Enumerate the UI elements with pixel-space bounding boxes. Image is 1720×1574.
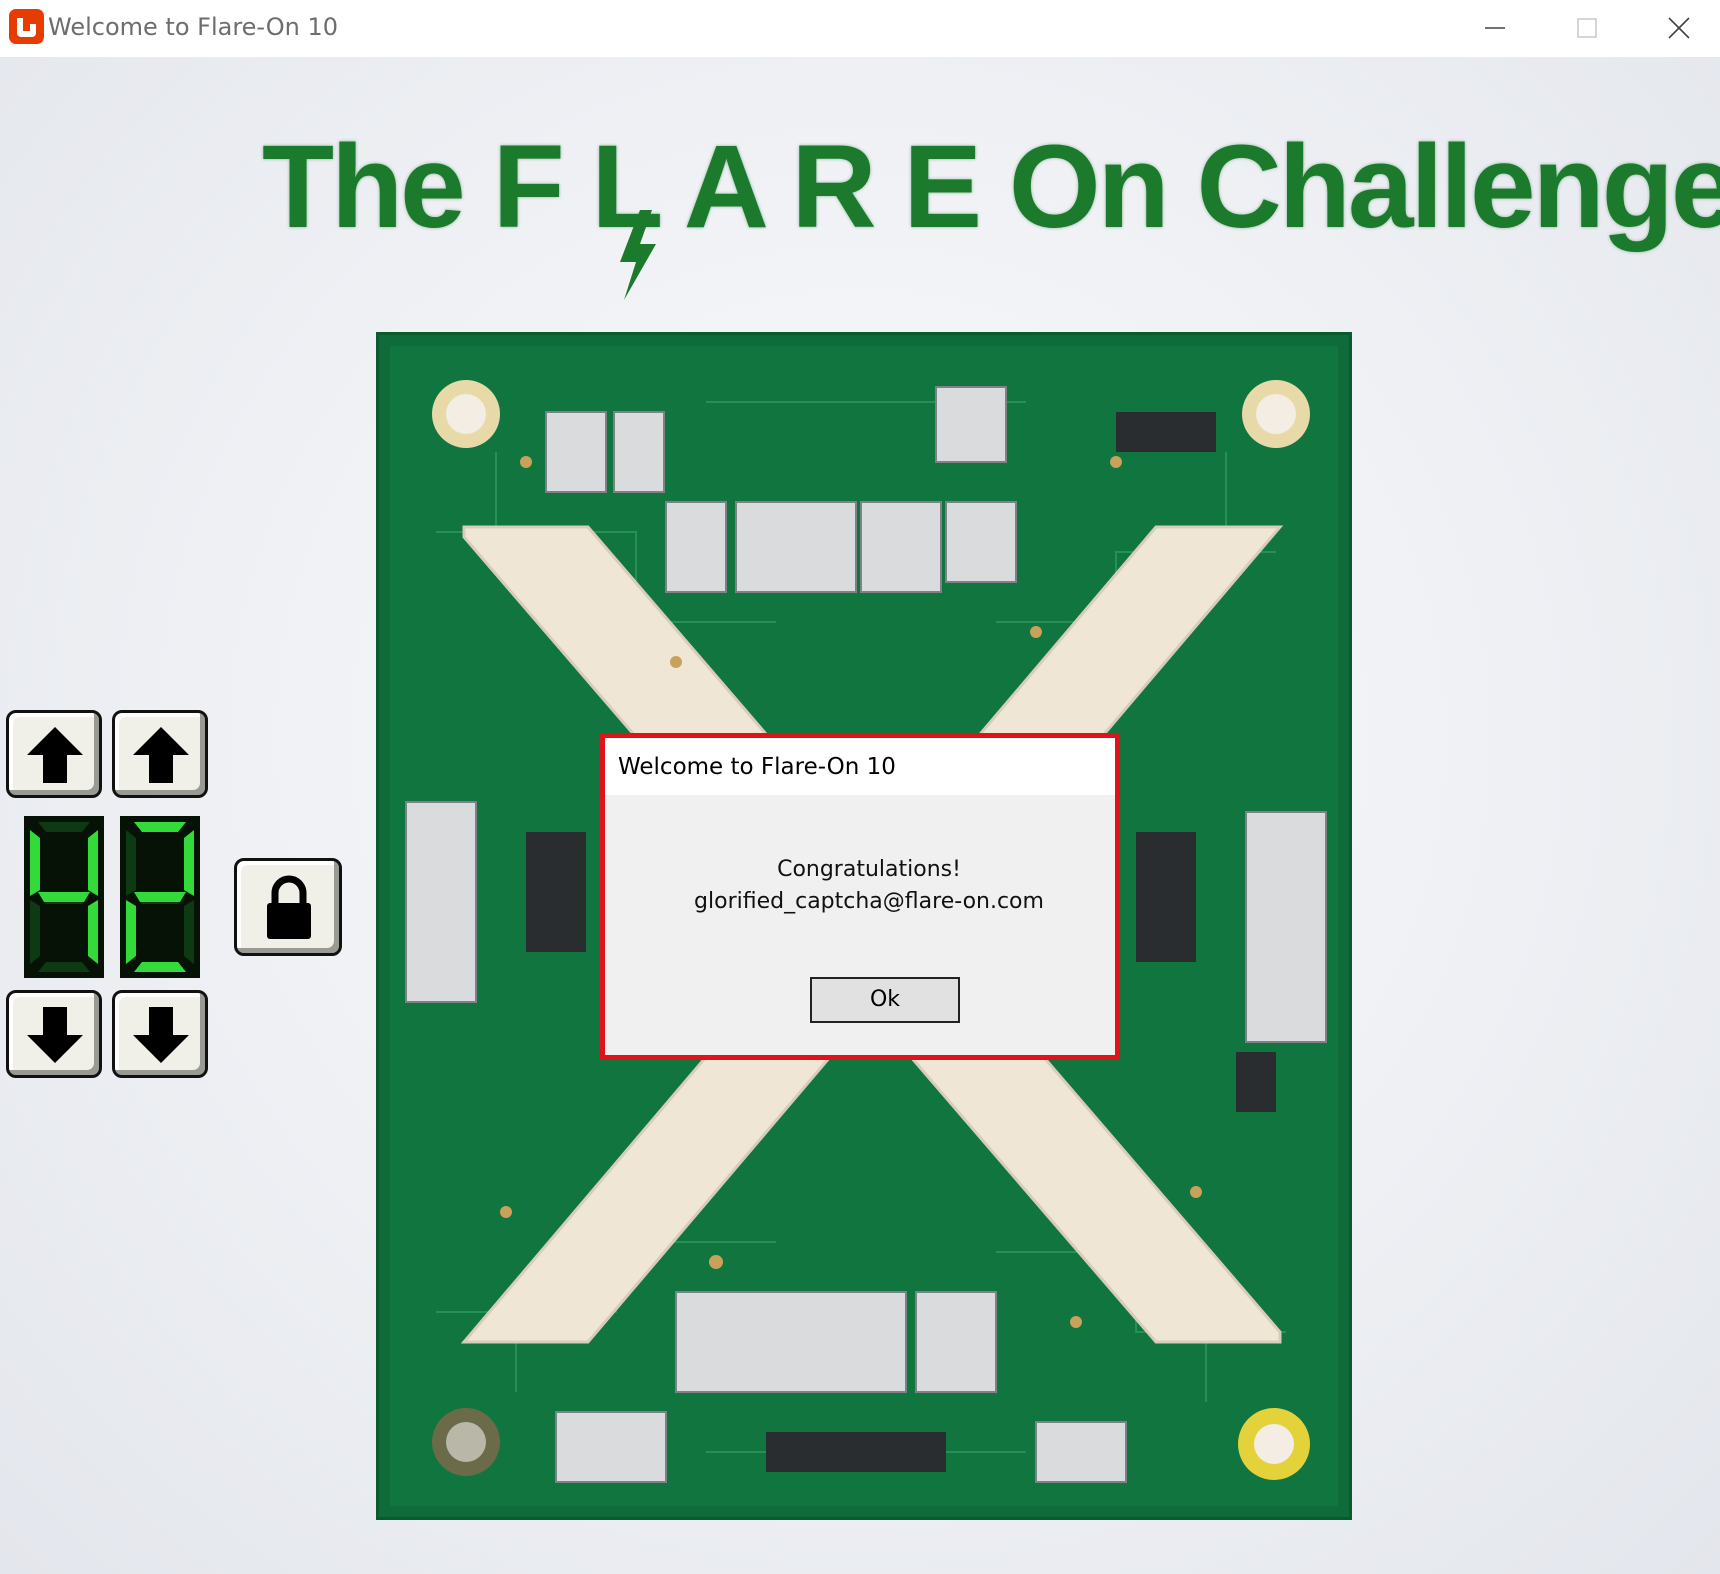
dialog-message: Congratulations! glorified_captcha@flare… [605,854,1115,918]
seven-segment-digit [126,822,194,972]
dialog-titlebar[interactable]: Welcome to Flare-On 10 [605,738,1115,795]
arrow-down-icon [133,1007,189,1063]
minimize-icon [1485,27,1505,29]
unlock-button[interactable] [234,858,342,956]
arrow-up-icon [27,727,83,783]
padlock-icon [267,875,311,939]
maximize-button[interactable] [1556,5,1616,49]
lightning-bolt-icon [620,210,656,300]
message-dialog: Welcome to Flare-On 10 Congratulations! … [600,733,1120,1060]
seven-segment-digit [30,822,98,972]
digit1-up-button[interactable] [6,710,102,798]
arrow-down-icon [27,1007,83,1063]
ok-button[interactable]: Ok [810,977,960,1023]
digit2-down-button[interactable] [112,990,208,1078]
dialog-title: Welcome to Flare-On 10 [618,754,896,780]
window-titlebar[interactable]: Welcome to Flare-On 10 [0,0,1720,58]
maximize-icon [1577,18,1597,38]
window-title: Welcome to Flare-On 10 [48,13,339,41]
monogame-logo-icon [9,9,44,44]
digit1-down-button[interactable] [6,990,102,1078]
digit2-up-button[interactable] [112,710,208,798]
minimize-button[interactable] [1464,5,1524,49]
dialog-message-line2: glorified_captcha@flare-on.com [694,889,1044,914]
dialog-message-line1: Congratulations! [777,857,961,882]
digit-display-2 [120,816,200,978]
close-icon [1668,17,1690,39]
digit-display-1 [24,816,104,978]
arrow-up-icon [133,727,189,783]
flare-on-banner: The F L A R E On Challenge [262,121,1720,253]
close-button[interactable] [1648,5,1708,49]
